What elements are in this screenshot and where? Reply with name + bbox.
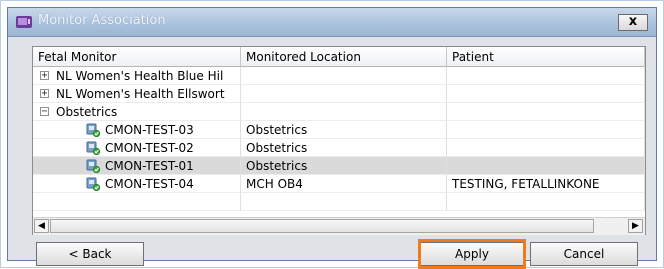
table-row[interactable]: + NL Women's Health Ellswort <box>33 85 645 103</box>
monitor-device-icon <box>86 159 100 173</box>
monitor-association-dialog: Monitor Association x Fetal Monitor Moni… <box>7 7 657 269</box>
cell-patient <box>447 85 645 103</box>
table-row[interactable]: CMON-TEST-02 Obstetrics <box>33 139 645 157</box>
scrollbar-track[interactable] <box>595 219 625 233</box>
cell-fetal-monitor: + NL Women's Health Ellswort <box>33 85 241 103</box>
group-label: Obstetrics <box>56 105 118 119</box>
table-row[interactable]: CMON-TEST-03 Obstetrics <box>33 121 645 139</box>
column-header-fetal-monitor[interactable]: Fetal Monitor <box>33 47 241 67</box>
cell-monitored-location <box>241 67 447 85</box>
cell-patient: TESTING, FETALLINKONE <box>447 175 645 193</box>
monitor-table: Fetal Monitor Monitored Location Patient… <box>32 46 646 235</box>
cell-fetal-monitor: CMON-TEST-02 <box>33 139 241 157</box>
column-header-monitored-location[interactable]: Monitored Location <box>241 47 447 67</box>
monitor-name: CMON-TEST-01 <box>105 159 194 173</box>
cell-monitored-location: MCH OB4 <box>241 175 447 193</box>
monitor-device-icon <box>86 123 100 137</box>
empty-cell <box>33 193 241 211</box>
cell-patient <box>447 103 645 121</box>
close-icon: x <box>628 14 638 29</box>
group-label: NL Women's Health Ellswort <box>56 87 225 101</box>
cell-monitored-location <box>241 103 447 121</box>
empty-cell <box>447 193 645 211</box>
horizontal-scrollbar[interactable]: ◀ ▶ <box>33 217 645 235</box>
empty-cell <box>241 193 447 211</box>
table-row[interactable]: − Obstetrics <box>33 103 645 121</box>
cell-patient <box>447 121 645 139</box>
cell-fetal-monitor: − Obstetrics <box>33 103 241 121</box>
expand-icon[interactable]: + <box>40 89 49 99</box>
monitor-name: CMON-TEST-03 <box>105 123 194 137</box>
title-bar: Monitor Association x <box>8 8 656 37</box>
back-button[interactable]: < Back <box>36 242 144 266</box>
cell-patient <box>447 139 645 157</box>
close-button[interactable]: x <box>618 14 648 31</box>
group-label: NL Women's Health Blue Hil <box>56 69 224 83</box>
cell-monitored-location: Obstetrics <box>241 139 447 157</box>
cancel-button[interactable]: Cancel <box>530 242 638 266</box>
scroll-left-arrow-icon[interactable]: ◀ <box>34 219 49 233</box>
screenshot-frame: Monitor Association x Fetal Monitor Moni… <box>0 0 664 269</box>
cell-fetal-monitor: + NL Women's Health Blue Hil <box>33 67 241 85</box>
cell-fetal-monitor: CMON-TEST-03 <box>33 121 241 139</box>
column-header-patient[interactable]: Patient <box>447 47 645 67</box>
cell-monitored-location: Obstetrics <box>241 157 447 175</box>
monitor-name: CMON-TEST-02 <box>105 141 194 155</box>
monitor-device-icon <box>86 177 100 191</box>
cell-fetal-monitor: CMON-TEST-04 <box>33 175 241 193</box>
cell-monitored-location <box>241 85 447 103</box>
monitor-name: CMON-TEST-04 <box>105 177 194 191</box>
table-row[interactable]: CMON-TEST-01 Obstetrics <box>33 157 645 175</box>
cell-patient <box>447 157 645 175</box>
monitor-app-icon <box>16 16 32 28</box>
window-title: Monitor Association <box>38 13 166 28</box>
table-header: Fetal Monitor Monitored Location Patient <box>33 47 645 67</box>
scrollbar-thumb[interactable] <box>50 219 594 233</box>
cell-fetal-monitor: CMON-TEST-01 <box>33 157 241 175</box>
apply-highlight-outline <box>418 239 526 269</box>
empty-table-row <box>33 193 645 211</box>
cell-patient <box>447 67 645 85</box>
cell-monitored-location: Obstetrics <box>241 121 447 139</box>
table-row[interactable]: + NL Women's Health Blue Hil <box>33 67 645 85</box>
expand-icon[interactable]: + <box>40 71 49 81</box>
scroll-right-arrow-icon[interactable]: ▶ <box>628 219 643 233</box>
table-row[interactable]: CMON-TEST-04 MCH OB4 TESTING, FETALLINKONE <box>33 175 645 193</box>
monitor-device-icon <box>86 141 100 155</box>
collapse-icon[interactable]: − <box>40 107 49 117</box>
